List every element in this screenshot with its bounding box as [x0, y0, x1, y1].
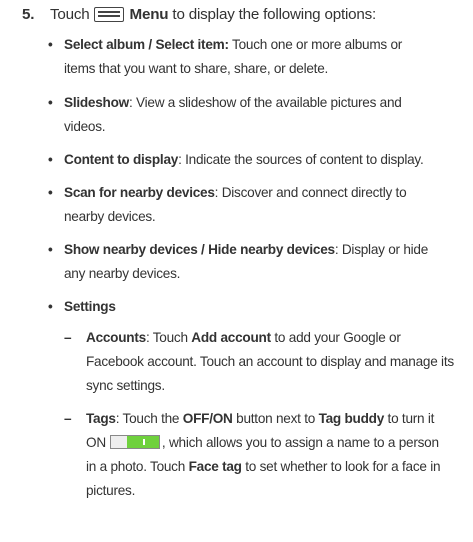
offon-label: OFF/ON [182, 411, 233, 426]
bullet: • [48, 299, 53, 314]
subitem-text: in a photo. Touch [86, 459, 189, 474]
item-text-2: any nearby devices. [64, 266, 181, 281]
subitem-text: to turn it [384, 411, 435, 426]
toggle-on-icon [109, 435, 160, 449]
dash: – [64, 411, 72, 426]
on-label: ON [86, 435, 106, 450]
bullet: • [48, 185, 53, 200]
bullet: • [48, 37, 53, 52]
bullet: • [48, 152, 53, 167]
item-text: : Indicate the sources of content to dis… [178, 152, 424, 167]
list-item-select-album: Select album / Select item: Touch one or… [64, 33, 464, 81]
subitem-title: Tags [86, 411, 116, 426]
item-title: Settings [64, 299, 116, 314]
step-5: 5. Touch Menu to display the following opt… [22, 6, 376, 23]
list-item-scan-nearby: Scan for nearby devices: Discover and co… [64, 181, 464, 229]
menu-icon [93, 7, 124, 22]
subitem-accounts: Accounts: Touch Add account to add your … [86, 326, 466, 398]
manual-page: 5. Touch Menu to display the following opt… [0, 0, 473, 542]
step-number: 5. [22, 6, 35, 23]
subitem-text-3: sync settings. [86, 378, 165, 393]
bullet: • [48, 95, 53, 110]
subitem-text: : Touch [145, 330, 192, 345]
subitem-tags: Tags: Touch the OFF/ON button next to Ta… [86, 407, 466, 503]
item-text: : Display or hide [334, 242, 429, 257]
step-description: to display the following options: [172, 6, 377, 23]
subitem-text: to add your Google or [270, 330, 401, 345]
tag-buddy-label: Tag buddy [318, 411, 385, 426]
menu-label: Menu [129, 6, 169, 23]
item-title: Slideshow [64, 95, 129, 110]
item-title: Select album / Select item: [64, 37, 229, 52]
bullet: • [48, 242, 53, 257]
list-item-slideshow: Slideshow: View a slideshow of the avail… [64, 91, 464, 139]
add-account-label: Add account [191, 330, 271, 345]
item-text-2: videos. [64, 119, 106, 134]
list-item-content-to-display: Content to display: Indicate the sources… [64, 148, 464, 172]
subitem-text: to set whether to look for a face in [241, 459, 441, 474]
item-text: : Discover and connect directly to [214, 185, 407, 200]
subitem-text-4: pictures. [86, 483, 136, 498]
subitem-text: : Touch the [115, 411, 183, 426]
item-text: : View a slideshow of the available pict… [128, 95, 402, 110]
step-touch-text: Touch [50, 6, 90, 23]
item-title: Show nearby devices / Hide nearby device… [64, 242, 335, 257]
subitem-title: Accounts [86, 330, 146, 345]
item-text-2: items that you want to share, share, or … [64, 61, 329, 76]
toggle-knob [142, 439, 145, 445]
item-text: Touch one or more albums or [228, 37, 403, 52]
item-title: Scan for nearby devices [64, 185, 215, 200]
list-item-show-hide-nearby: Show nearby devices / Hide nearby device… [64, 238, 464, 286]
dash: – [64, 330, 72, 345]
subitem-text: button next to [232, 411, 319, 426]
subitem-text-2: Facebook account. Touch an account to di… [86, 354, 454, 369]
subitem-text: , which allows you to assign a name to a… [161, 435, 439, 450]
face-tag-label: Face tag [188, 459, 242, 474]
item-text-2: nearby devices. [64, 209, 156, 224]
item-title: Content to display [64, 152, 179, 167]
list-item-settings: Settings [64, 295, 464, 319]
